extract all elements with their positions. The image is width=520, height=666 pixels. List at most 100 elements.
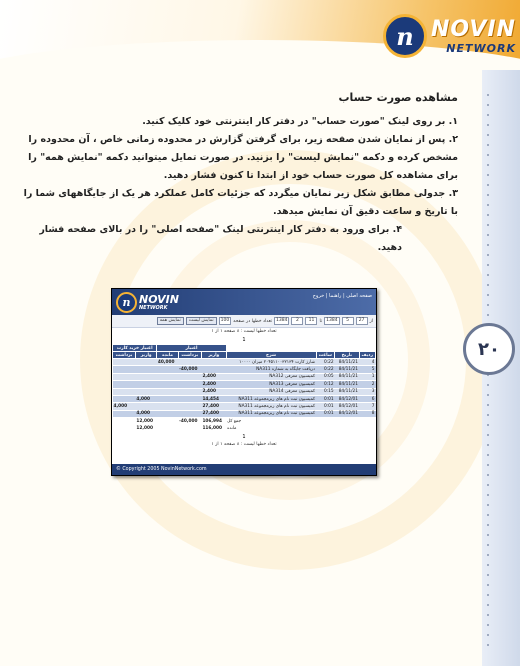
logo-brand: NOVIN — [431, 17, 516, 42]
table-cell-desc: دریافت جایگاه به شماره NA311 — [226, 365, 316, 374]
table-cell-dep2 — [135, 380, 157, 389]
table-cell-wd2 — [112, 380, 136, 389]
table-cell-dep2: 4,000 — [135, 410, 157, 419]
shot-logo-brand: NOVIN — [139, 293, 179, 306]
table-cell-wd — [178, 373, 202, 382]
totals-spacer — [316, 417, 376, 426]
table-cell-desc: کمیسیون معرفی NA313 — [226, 380, 316, 389]
table-row: 6 84/12/01 0:01 کمیسیون ثبت نام های زیرمجمو… — [112, 395, 376, 404]
totals-label: جمع کل — [226, 417, 316, 426]
totals-spacer — [316, 425, 376, 433]
totals-row: جمع کل 106,994 -40,000 12,000 — [112, 417, 376, 426]
table-cell-bal — [156, 365, 179, 374]
show-all-button[interactable]: نمایش همه — [156, 317, 184, 325]
col-time: ساعت — [315, 351, 336, 359]
table-cell-dep — [201, 365, 227, 374]
table-cell-n: 7 — [359, 402, 376, 411]
table-cell-dep: 27,400 — [201, 402, 227, 411]
step-3: ۳. جدولی مطابق شکل زیر نمایان میگردد که … — [23, 188, 458, 218]
table-cell-dep: 2,400 — [201, 388, 227, 396]
page-heading: مشاهده صورت حساب — [338, 91, 459, 104]
rows-input[interactable]: 100 — [218, 317, 232, 325]
col-withdraw-2: برداشت — [112, 351, 136, 359]
table-cell-bal — [156, 402, 179, 411]
table-cell-date: 84/11/21 — [334, 380, 360, 389]
day-to-select[interactable]: 11 — [305, 317, 318, 325]
table-cell-desc: شارژ کارت ۲۰۴۵۱۱۰۰۳۲۱۳۴ میزان ۱۰۰۰۰ — [226, 358, 316, 367]
col-date: تاریخ — [334, 351, 360, 359]
table-cell-time: 0:01 — [316, 402, 335, 411]
table-cell-dep2: 4,000 — [135, 395, 157, 404]
shot-nav-links[interactable]: صفحه اصلی | راهنما | خروج — [313, 293, 372, 299]
table-row: 2 84/11/21 0:12 کمیسیون معرفی NA313 2,400 — [112, 380, 376, 389]
table-cell-n: 4 — [359, 358, 376, 367]
month-to-select[interactable]: 2 — [291, 317, 304, 325]
shot-page-indicator[interactable]: 1 — [112, 336, 376, 344]
table-cell-time: 0:22 — [316, 358, 335, 367]
table-cell-date: 84/11/21 — [334, 365, 360, 374]
table-cell-dep2 — [135, 388, 157, 396]
shot-toolbar: از 27 5 1384 تا 11 2 1384 تعداد خطها در … — [112, 315, 376, 328]
table-cell-dep: 2,400 — [201, 373, 227, 382]
to-label: تا — [319, 318, 323, 324]
table-cell-wd2 — [112, 410, 136, 419]
totals-label: مانده — [226, 425, 316, 433]
table-cell-bal — [156, 373, 179, 382]
table-cell-desc: کمیسیون معرفی NA314 — [226, 388, 316, 396]
col-balance: مانده — [156, 351, 179, 359]
table-cell-dep: 2,400 — [201, 380, 227, 389]
table-cell-bal: 40,000 — [156, 358, 179, 367]
col-withdraw: برداشت — [177, 351, 202, 359]
col-deposit-2: واریز — [134, 351, 158, 359]
table-cell-time: 0:01 — [316, 395, 335, 404]
month-from-select[interactable]: 5 — [341, 317, 354, 325]
page-number-badge: ۲۰ — [463, 323, 515, 375]
table-cell-n: 2 — [359, 380, 376, 389]
totals-cell-wd — [178, 425, 202, 433]
table-cell-n: 5 — [359, 365, 376, 374]
show-list-button[interactable]: نمایش لیست — [185, 317, 217, 325]
year-to-select[interactable]: 1384 — [274, 317, 290, 325]
totals-cell-dep: 116,000 — [201, 425, 227, 433]
table-cell-n: 6 — [359, 395, 376, 404]
rows-label: تعداد خطها در صفحه — [233, 318, 273, 324]
shot-summary-bottom: تعداد خطها لیست : ۸ صفحه ۱ از ۱ — [112, 440, 376, 449]
totals-row: مانده 116,000 12,000 — [112, 425, 376, 433]
step-2: ۲. پس از نمایان شدن صفحه زیر، برای گرفتن… — [28, 133, 458, 182]
table-cell-bal — [156, 380, 179, 389]
step-1: ۱. بر روی لینک "صورت حساب" در دفتر کار ا… — [142, 115, 458, 127]
table-cell-wd2 — [112, 373, 136, 382]
col-desc: شرح — [225, 351, 317, 359]
col-row: ردیف — [358, 351, 376, 359]
table-cell-date: 84/12/01 — [334, 402, 360, 411]
table-cell-time: 0:12 — [316, 380, 335, 389]
shot-header: n NOVIN NETWORK صفحه اصلی | راهنما | خرو… — [112, 289, 376, 315]
shot-page-indicator-bottom[interactable]: 1 — [112, 432, 376, 441]
totals-cell-wd2 — [112, 417, 136, 426]
table-cell-wd — [178, 380, 202, 389]
table-cell-dep — [201, 358, 227, 367]
totals-cell-dep2: 12,000 — [135, 417, 157, 426]
table-cell-bal — [156, 410, 179, 419]
from-label: از — [369, 318, 373, 324]
table-cell-desc: کمیسیون ثبت نام های زیرمجموعه NA311 — [226, 410, 316, 419]
table-cell-wd2 — [112, 395, 136, 404]
totals-cell-bal — [156, 417, 179, 426]
table-cell-n: 1 — [359, 373, 376, 382]
col-deposit: واریز — [200, 351, 227, 359]
table-cell-desc: کمیسیون معرفی NA312 — [226, 373, 316, 382]
document-page: n NOVIN NETWORK مشاهده صورت حساب ۱. بر ر… — [0, 0, 520, 666]
table-row: 1 84/11/21 0:05 کمیسیون معرفی NA312 2,400 — [112, 373, 376, 382]
table-cell-dep2 — [135, 365, 157, 374]
table-cell-n: 3 — [359, 388, 376, 396]
table-cell-dep2 — [135, 373, 157, 382]
totals-cell-wd: -40,000 — [178, 417, 202, 426]
logo-n-icon: n — [383, 14, 427, 58]
year-from-select[interactable]: 1384 — [324, 317, 340, 325]
shot-summary-top: تعداد خطها لیست : ۸ صفحه ۱ از ۱ — [112, 328, 376, 336]
table-cell-time: 0:15 — [316, 388, 335, 396]
table-cell-bal — [156, 388, 179, 396]
table-cell-date: 84/12/01 — [334, 410, 360, 419]
table-cell-date: 84/11/21 — [334, 358, 360, 367]
day-from-select[interactable]: 27 — [355, 317, 368, 325]
